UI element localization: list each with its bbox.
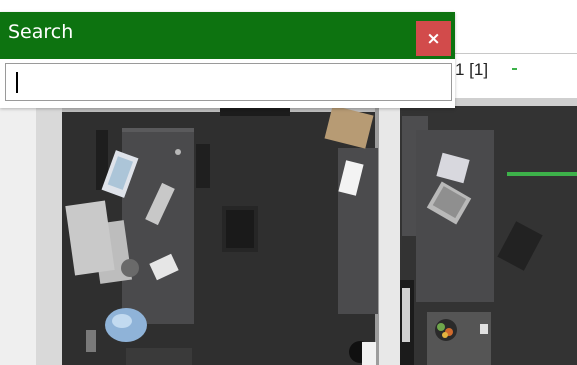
search-dialog-title: Search — [8, 21, 74, 43]
search-dialog-header: Search × — [0, 12, 455, 59]
page-indicator: 1 [1] — [455, 60, 489, 79]
toolbar-divider — [455, 53, 577, 54]
status-marker — [512, 68, 517, 70]
close-button[interactable]: × — [416, 21, 451, 56]
search-input[interactable] — [6, 64, 451, 100]
floorplan-image — [0, 98, 577, 365]
floorplan-view[interactable] — [0, 98, 577, 365]
search-input-container[interactable] — [5, 63, 452, 101]
search-dialog: Search × — [0, 12, 455, 108]
close-icon: × — [426, 28, 441, 49]
text-cursor — [16, 72, 18, 93]
